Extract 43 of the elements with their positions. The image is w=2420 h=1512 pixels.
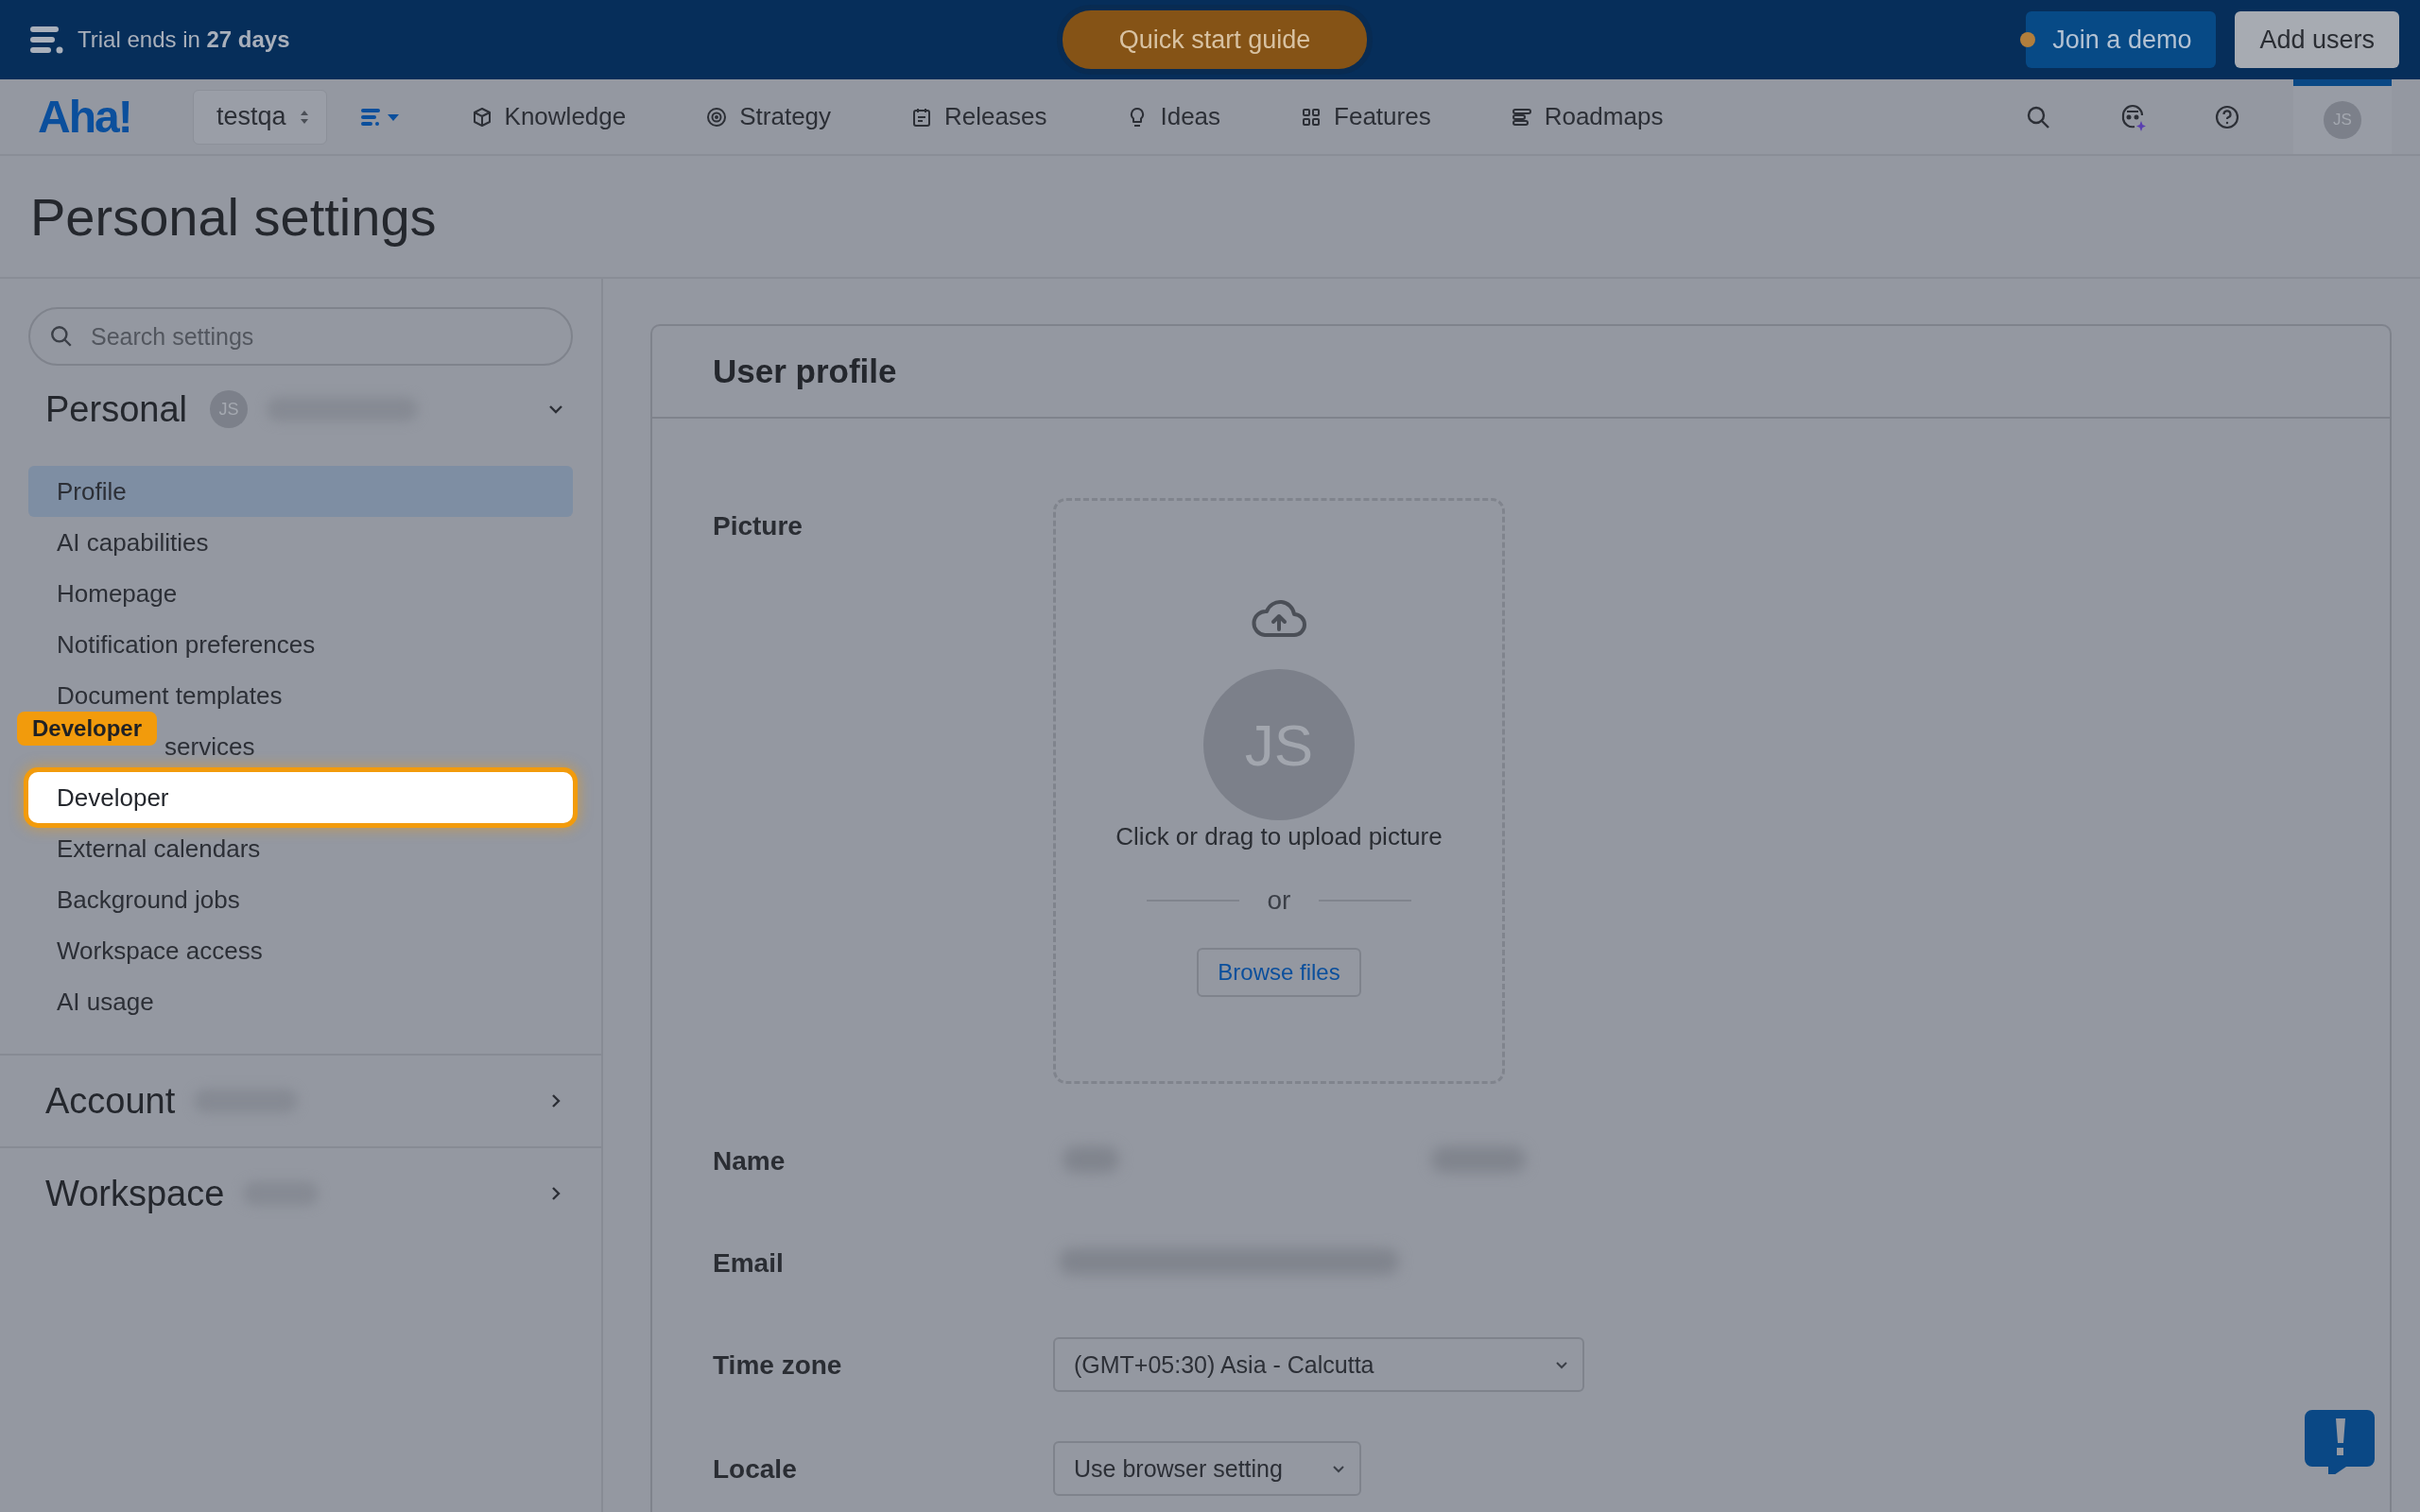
field-label: Locale	[713, 1453, 798, 1485]
nav-link[interactable]: Ideas	[1126, 102, 1221, 131]
search-field[interactable]: Search settings	[28, 307, 573, 366]
join-demo-button[interactable]: Join a demo	[2026, 11, 2217, 68]
nav-link[interactable]: Strategy	[705, 102, 832, 131]
card-title: User profile	[713, 352, 897, 390]
add-users-button[interactable]: Add users	[2235, 11, 2399, 68]
nav-link[interactable]: Knowledge	[470, 102, 627, 131]
status-dot	[2020, 32, 2036, 47]
sidebar-item[interactable]: AI capabilities	[28, 517, 573, 568]
upload-prompt: Click or drag to upload picture	[1115, 822, 1443, 851]
target-icon	[705, 105, 729, 129]
section-title[interactable]: Account	[45, 1080, 176, 1122]
nav-link[interactable]: Roadmaps	[1510, 102, 1664, 131]
or-divider: or	[1267, 885, 1291, 916]
search-icon	[49, 324, 74, 349]
select-field[interactable]: (GMT+05:30) Asia - Calcutta	[1053, 1337, 1584, 1392]
field-label: Name	[713, 1145, 786, 1177]
browse-files-button[interactable]: Browse files	[1197, 948, 1361, 997]
sidebar-item[interactable]: External calendars	[28, 823, 573, 874]
sidebar-item[interactable]: services	[157, 721, 573, 772]
page-title: Personal settings	[30, 185, 437, 248]
sidebar-item[interactable]: Workspace access	[28, 925, 573, 976]
menu-icon[interactable]	[30, 26, 64, 54]
select-field[interactable]: Use browser setting	[1053, 1441, 1361, 1496]
nav-link[interactable]: Features	[1300, 102, 1431, 131]
sidebar-item[interactable]: AI usage	[28, 976, 573, 1027]
trial-notice: Trial ends in 27 days	[78, 26, 290, 53]
sidebar-item[interactable]: Profile	[28, 466, 573, 517]
help-icon[interactable]	[2214, 103, 2240, 130]
sidebar-item[interactable]: Background jobs	[28, 874, 573, 925]
tour-label: Developer	[17, 712, 158, 746]
field-label: Picture	[713, 510, 804, 541]
logo[interactable]: Aha!	[38, 91, 155, 143]
section-title[interactable]: Personal	[45, 388, 187, 430]
field-label: Email	[713, 1247, 785, 1279]
workspace-selector[interactable]: testqa	[193, 89, 327, 145]
sidebar-item[interactable]: Notification preferences	[28, 619, 573, 670]
feedback-icon[interactable]	[2305, 1410, 2375, 1474]
sidebar-item[interactable]: Homepage	[28, 568, 573, 619]
nav-link[interactable]: Releases	[910, 102, 1047, 131]
field-label: Time zone	[713, 1349, 843, 1381]
section-title[interactable]: Workspace	[45, 1173, 225, 1214]
